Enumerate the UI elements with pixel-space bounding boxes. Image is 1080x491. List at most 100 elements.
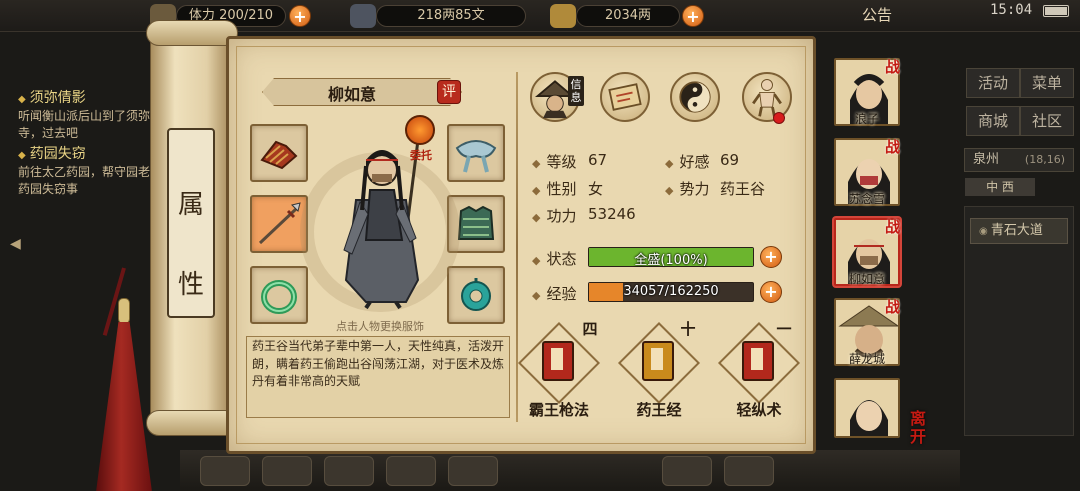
- character-description: 药王谷当代弟子辈中第一人，天性纯真，活泼开朗，瞒着药王偷跑出谷闯荡江湖，对于医术…: [252, 339, 505, 388]
- skill-name: 霸王枪法: [528, 401, 589, 419]
- shop-button[interactable]: 商城: [966, 106, 1020, 136]
- ring-slot[interactable]: [250, 266, 308, 324]
- battery-icon: [1043, 5, 1069, 17]
- entrust-icon[interactable]: [405, 115, 435, 145]
- panel-divider: [516, 72, 518, 422]
- evaluate-button[interactable]: 评: [437, 80, 461, 104]
- battle-tag: 战: [885, 298, 901, 316]
- exp-label: 经验: [532, 283, 576, 304]
- jade-pendant-icon: [461, 278, 491, 311]
- menu-button[interactable]: 菜单: [1020, 68, 1074, 98]
- scroll-icon: [608, 83, 642, 111]
- skill-rank: 四: [582, 320, 598, 338]
- scroll-rod-cap: [146, 20, 238, 46]
- quest-list: 须弥倩影 听闻衡山派后山到了须弥寺，过去吧 药园失窃 前往太乙药园，帮守园老人药…: [18, 86, 168, 198]
- tassel: [96, 322, 152, 491]
- activity-button[interactable]: 活动: [966, 68, 1020, 98]
- tab-char: 属: [177, 190, 204, 220]
- nav-item[interactable]: [262, 456, 312, 486]
- companion-card[interactable]: [834, 378, 900, 438]
- gauntlet-icon: [260, 140, 298, 170]
- location-display[interactable]: 泉州 (18,16): [964, 148, 1074, 172]
- outfit-hint: 点击人物更换服饰: [336, 320, 424, 333]
- notice-button[interactable]: 公告: [862, 4, 892, 25]
- meridian-icon[interactable]: [742, 72, 792, 122]
- headgear-slot[interactable]: [447, 124, 505, 182]
- location-coords: (18,16): [1024, 153, 1065, 166]
- skill-rank: 十: [680, 320, 696, 338]
- location-name: 泉州: [973, 152, 1000, 167]
- power-label: 功力: [532, 205, 576, 226]
- nav-item[interactable]: [200, 456, 250, 486]
- silver-ingot-icon: [550, 4, 576, 28]
- weapon-slot[interactable]: [250, 195, 308, 253]
- entrust-label: 委托: [410, 149, 432, 162]
- quest-title[interactable]: 药园失窃: [18, 146, 168, 164]
- skill-rank: 一: [776, 320, 792, 338]
- money-display: 218两85文: [376, 5, 526, 27]
- bagua-icon[interactable]: [670, 72, 720, 122]
- companion-name: 柳如意: [848, 272, 885, 286]
- gender-value: 女: [588, 180, 604, 198]
- companion-name: 浪子: [854, 112, 879, 126]
- accessory-slot[interactable]: [447, 266, 505, 324]
- favor-value: 69: [720, 151, 740, 169]
- gender-label: 性别: [532, 178, 576, 199]
- exp-bar: 34057/162250: [588, 282, 754, 302]
- add-exp-button[interactable]: +: [760, 281, 782, 303]
- companion-name: 薛龙城: [848, 352, 885, 366]
- jade-ring-icon: [261, 280, 297, 314]
- companion-name: 苏念雪: [848, 192, 885, 206]
- character-name: 柳如意: [327, 85, 376, 104]
- coin-icon: [350, 4, 376, 28]
- scroll-map-icon[interactable]: [600, 72, 650, 122]
- attributes-tab-label: 属 性: [170, 165, 212, 325]
- quest-desc: 听闻衡山派后山到了须弥寺，过去吧: [18, 109, 151, 140]
- skill-name: 药王经: [636, 401, 682, 419]
- nav-item[interactable]: [386, 456, 436, 486]
- road-button[interactable]: 青石大道: [970, 218, 1068, 244]
- exp-text: 34057/162250: [623, 284, 719, 299]
- skill-name: 轻纵术: [736, 401, 782, 419]
- tassel-bead: [118, 298, 130, 324]
- leave-button[interactable]: 离开: [910, 410, 940, 446]
- battle-tag: 战: [885, 58, 901, 76]
- gloves-slot[interactable]: [250, 124, 308, 182]
- collapse-arrow-icon[interactable]: ◀: [10, 236, 21, 252]
- battle-tag: 战: [885, 138, 901, 156]
- nav-item[interactable]: [724, 456, 774, 486]
- level-label: 等级: [532, 151, 576, 172]
- battle-tag: 战: [885, 218, 901, 236]
- status-label: 状态: [532, 248, 576, 269]
- spear-icon: [258, 202, 301, 245]
- silver-display: 2034两: [576, 5, 680, 27]
- info-tag: 信息: [568, 76, 584, 106]
- faction-label: 势力: [665, 178, 709, 199]
- nav-item[interactable]: [448, 456, 498, 486]
- add-stamina-button[interactable]: +: [289, 5, 311, 27]
- quest-title[interactable]: 须弥倩影: [18, 90, 168, 108]
- battery-level: [1045, 7, 1067, 15]
- scroll-rod-cap: [146, 410, 238, 436]
- tab-char: 性: [177, 270, 204, 300]
- status-bar: 全盛(100%): [588, 247, 754, 268]
- faction-value: 药王谷: [720, 180, 766, 198]
- skill-book-icon: [542, 341, 574, 381]
- level-value: 67: [588, 151, 608, 169]
- favor-label: 好感: [665, 151, 709, 172]
- clock: 15:04: [990, 2, 1033, 18]
- nav-item[interactable]: [662, 456, 712, 486]
- yin-yang-icon: [679, 81, 711, 113]
- scarf-icon: [455, 140, 497, 173]
- notification-dot: [773, 112, 785, 124]
- community-button[interactable]: 社区: [1020, 106, 1074, 136]
- direction-indicator: 中 西: [965, 178, 1035, 196]
- power-value: 53246: [588, 205, 636, 223]
- nav-item[interactable]: [324, 456, 374, 486]
- skill-book-icon: [742, 341, 774, 381]
- add-silver-button[interactable]: +: [682, 5, 704, 27]
- quest-desc: 前往太乙药园，帮守园老人药园失窃事: [18, 165, 163, 196]
- companion-portrait: [850, 400, 888, 436]
- skill-book-icon: [642, 341, 674, 381]
- restore-status-button[interactable]: +: [760, 246, 782, 268]
